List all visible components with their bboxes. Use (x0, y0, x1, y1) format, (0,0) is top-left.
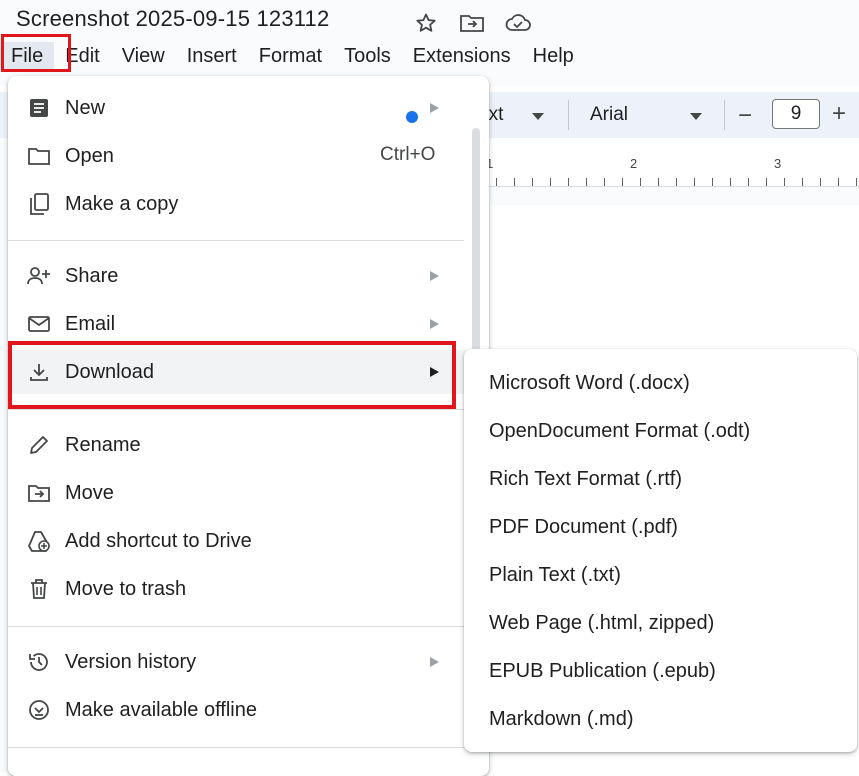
ruler-label: 2 (630, 156, 638, 171)
download-option-md[interactable]: Markdown (.md) (489, 707, 633, 731)
download-option-epub[interactable]: EPUB Publication (.epub) (489, 659, 716, 683)
menu-item-label: Email (65, 313, 116, 335)
decrease-font-size-button[interactable]: − (738, 102, 752, 130)
menu-item-label: Open (65, 145, 114, 167)
menu-bar: File Edit View Insert Format Tools Exten… (0, 42, 585, 70)
drive-shortcut-icon (26, 529, 52, 553)
cloud-saved-icon[interactable] (504, 10, 532, 36)
ruler-ticks (478, 178, 859, 186)
move-folder-icon[interactable] (458, 10, 486, 36)
download-option-html[interactable]: Web Page (.html, zipped) (489, 611, 714, 635)
menu-item-label: Share (65, 265, 119, 287)
menu-divider (8, 240, 464, 241)
menu-item-label: Make available offline (65, 699, 257, 721)
menu-divider (8, 626, 464, 627)
menu-extensions[interactable]: Extensions (402, 42, 522, 70)
title-actions (412, 10, 532, 36)
left-margin (0, 138, 8, 772)
submenu-arrow-icon (430, 271, 439, 281)
menu-item-share[interactable]: Share (8, 254, 468, 298)
submenu-arrow-icon (430, 657, 439, 667)
document-title[interactable]: Screenshot 2025-09-15 123112 (16, 6, 329, 32)
menu-item-label: Move (65, 482, 114, 504)
ruler[interactable]: 1 2 3 (478, 150, 859, 187)
menu-item-label: Rename (65, 434, 141, 456)
document-icon (26, 96, 52, 120)
menu-item-move[interactable]: Move (8, 471, 468, 515)
download-option-txt[interactable]: Plain Text (.txt) (489, 563, 621, 587)
person-add-icon (26, 264, 52, 288)
download-highlight-box (8, 341, 456, 409)
menu-divider (8, 409, 464, 410)
submenu-arrow-icon (430, 103, 439, 113)
copy-icon (26, 192, 52, 216)
menu-item-version-history[interactable]: Version history (8, 640, 468, 684)
menu-item-new[interactable]: New (8, 86, 468, 130)
chevron-down-icon[interactable] (532, 113, 544, 120)
menu-item-move-to-trash[interactable]: Move to trash (8, 567, 468, 611)
menu-item-make-available-offline[interactable]: Make available offline (8, 688, 468, 732)
mail-icon (26, 312, 52, 336)
folder-move-icon (26, 481, 52, 505)
menu-tools[interactable]: Tools (333, 42, 402, 70)
menu-view[interactable]: View (111, 42, 176, 70)
menu-item-add-shortcut[interactable]: Add shortcut to Drive (8, 519, 468, 563)
download-option-pdf[interactable]: PDF Document (.pdf) (489, 515, 678, 539)
menu-item-make-a-copy[interactable]: Make a copy (8, 182, 468, 226)
menu-divider (8, 747, 464, 748)
file-highlight-box (1, 34, 71, 72)
toolbar-divider (724, 100, 725, 130)
keyboard-shortcut: Ctrl+O (380, 144, 436, 165)
menu-item-label: Move to trash (65, 578, 187, 600)
pencil-icon (26, 433, 52, 457)
menu-item-label: Version history (65, 651, 197, 673)
ruler-label: 3 (774, 156, 782, 171)
download-option-rtf[interactable]: Rich Text Format (.rtf) (489, 467, 682, 491)
folder-icon (26, 144, 52, 168)
menu-format[interactable]: Format (248, 42, 333, 70)
trash-icon (26, 577, 52, 601)
font-select[interactable]: Arial (590, 104, 628, 126)
toolbar-divider (568, 100, 569, 130)
chevron-down-icon[interactable] (690, 113, 702, 120)
menu-item-open[interactable]: Open Ctrl+O (8, 134, 468, 178)
download-option-docx[interactable]: Microsoft Word (.docx) (489, 371, 690, 395)
star-icon[interactable] (412, 10, 440, 36)
menu-item-email[interactable]: Email (8, 302, 468, 346)
menu-item-label: Add shortcut to Drive (65, 530, 252, 552)
menu-item-label: New (65, 97, 106, 119)
menu-item-label: Make a copy (65, 193, 179, 215)
download-option-odt[interactable]: OpenDocument Format (.odt) (489, 419, 750, 443)
new-indicator-dot (406, 111, 418, 123)
file-menu: New Open Ctrl+O Make a copy Share Email (8, 76, 489, 776)
offline-icon (26, 698, 52, 722)
increase-font-size-button[interactable]: + (832, 100, 846, 128)
menu-item-rename[interactable]: Rename (8, 423, 468, 467)
menu-help[interactable]: Help (522, 42, 585, 70)
font-size-input[interactable]: 9 (772, 99, 820, 129)
menu-insert[interactable]: Insert (176, 42, 248, 70)
history-icon (26, 650, 52, 674)
download-submenu: Microsoft Word (.docx) OpenDocument Form… (464, 349, 857, 752)
submenu-arrow-icon (430, 319, 439, 329)
